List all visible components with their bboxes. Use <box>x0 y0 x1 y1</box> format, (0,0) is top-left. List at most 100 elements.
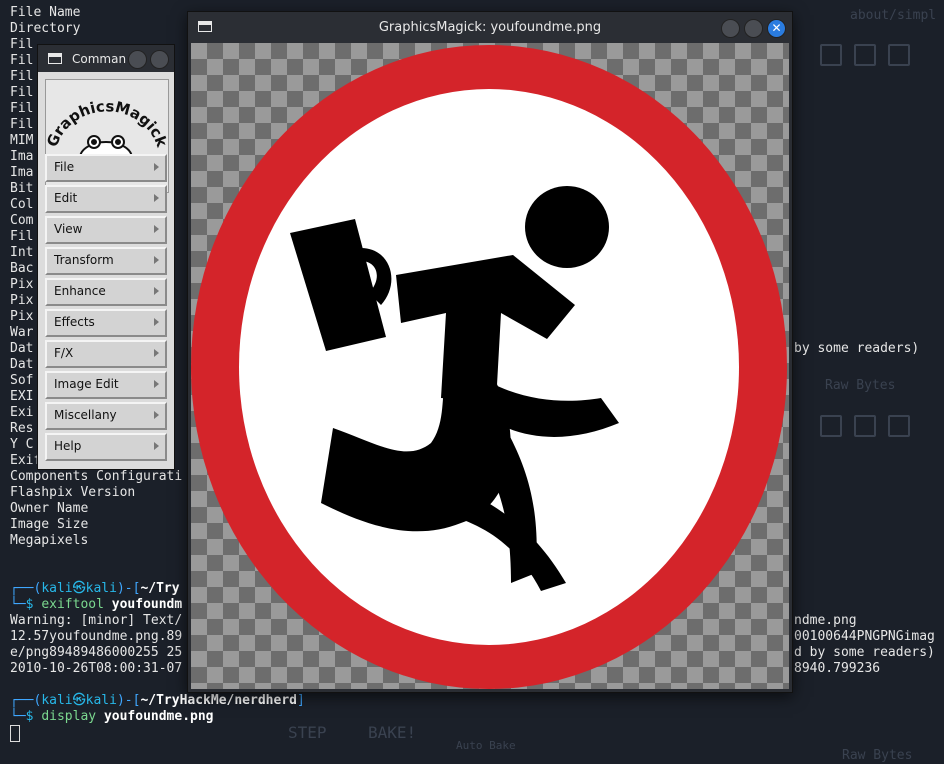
ghost-step: STEP <box>288 723 327 742</box>
window-menu-icon[interactable] <box>48 53 62 64</box>
menu-button-f-x[interactable]: F/X <box>45 340 167 368</box>
submenu-arrow-icon <box>154 411 159 419</box>
replace-icon <box>888 415 910 437</box>
output-line-2: 12.57youfoundme.png.89 <box>10 629 183 644</box>
output-line-3: e/png89489486000255 25 <box>10 645 183 660</box>
menu-button-file[interactable]: File <box>45 154 167 182</box>
submenu-arrow-icon <box>154 380 159 388</box>
exif-field-label: Dat <box>10 341 34 356</box>
copy-icon <box>854 415 876 437</box>
exif-field-label: Pix <box>10 293 34 308</box>
menu-button-label: Edit <box>54 191 78 205</box>
terminal-cursor-line[interactable] <box>10 725 20 744</box>
exif-field-label: Com <box>10 213 34 228</box>
exif-field-label: Fil <box>10 117 34 132</box>
text-cursor <box>10 725 20 742</box>
exif-field-label: Fil <box>10 229 34 244</box>
ghost-raw-bytes: Raw Bytes <box>825 378 896 393</box>
exif-field-label: Bac <box>10 261 34 276</box>
submenu-arrow-icon <box>154 194 159 202</box>
prompt-line-1: ┌──(kali㉿kali)-[~/Try <box>10 581 180 596</box>
exif-field-label: Fil <box>10 53 34 68</box>
exif-field-label: Directory <box>10 21 81 36</box>
menu-button-label: Miscellany <box>54 408 117 422</box>
exif-field-label: Dat <box>10 357 34 372</box>
ghost-bake: BAKE! <box>368 723 417 742</box>
import-icon <box>854 44 876 66</box>
exif-field-label: Pix <box>10 277 34 292</box>
command-line-1: └─$ exiftool youfoundm <box>10 597 183 612</box>
menu-button-label: F/X <box>54 346 74 360</box>
command-widget-window[interactable]: Comman GraphicsMagick FileEditViewTransf… <box>37 44 175 470</box>
menu-button-image-edit[interactable]: Image Edit <box>45 371 167 399</box>
menu-button-label: Effects <box>54 315 95 329</box>
menu-button-help[interactable]: Help <box>45 433 167 461</box>
image-canvas[interactable] <box>191 43 789 689</box>
exif-field-label: Res <box>10 421 34 436</box>
output-line-2-right: 00100644PNGPNGimag <box>794 629 935 644</box>
image-window-titlebar[interactable]: GraphicsMagick: youfoundme.png ✕ <box>188 12 792 43</box>
menu-button-label: File <box>54 160 75 174</box>
exif-field-label: EXI <box>10 389 34 404</box>
output-line-1-right: ndme.png <box>794 613 857 628</box>
submenu-arrow-icon <box>154 163 159 171</box>
close-button[interactable]: ✕ <box>767 19 786 38</box>
exif-field-label: MIM <box>10 133 34 148</box>
exif-field-label: Flashpix Version <box>10 485 136 500</box>
submenu-arrow-icon <box>154 287 159 295</box>
command-widget-title: Comman <box>72 52 127 66</box>
terminal-output-fragment: by some readers) <box>794 341 920 356</box>
output-line-1: Warning: [minor] Text/ <box>10 613 183 628</box>
submenu-arrow-icon <box>154 349 159 357</box>
save-icon <box>820 415 842 437</box>
command-line-2: └─$ display youfoundme.png <box>10 709 214 724</box>
exif-field-label: Ima <box>10 149 34 164</box>
menu-button-label: Help <box>54 439 82 453</box>
menu-button-label: View <box>54 222 83 236</box>
no-running-sign-image <box>191 45 787 689</box>
exif-field-label: Exi <box>10 405 34 420</box>
exif-field-label: Int <box>10 245 34 260</box>
exif-field-label: Components Configurati <box>10 469 183 484</box>
output-line-4-right: 8940.799236 <box>794 661 881 676</box>
minimize-button[interactable] <box>721 19 740 38</box>
minimize-button[interactable] <box>128 50 147 69</box>
exif-field-label: Megapixels <box>10 533 89 548</box>
submenu-arrow-icon <box>154 225 159 233</box>
image-display-window[interactable]: GraphicsMagick: youfoundme.png ✕ <box>187 11 793 693</box>
maximize-button[interactable] <box>150 50 169 69</box>
exif-field-label: Col <box>10 197 34 212</box>
folder-icon <box>820 44 842 66</box>
output-line-3-right: d by some readers) <box>794 645 935 660</box>
exif-field-label: Sof <box>10 373 34 388</box>
exif-field-label: Fil <box>10 85 34 100</box>
menu-button-label: Image Edit <box>54 377 119 391</box>
maximize-button[interactable] <box>744 19 763 38</box>
menu-button-label: Enhance <box>54 284 106 298</box>
trash-icon <box>888 44 910 66</box>
exif-field-label: File Name <box>10 5 81 20</box>
menu-button-enhance[interactable]: Enhance <box>45 278 167 306</box>
ghost-path: about/simpl <box>850 8 937 23</box>
submenu-arrow-icon <box>154 318 159 326</box>
exif-field-label: Owner Name <box>10 501 89 516</box>
exif-field-label: War <box>10 325 34 340</box>
ghost-auto-bake: Auto Bake <box>456 739 516 752</box>
exif-field-label: Y C <box>10 437 34 452</box>
menu-button-view[interactable]: View <box>45 216 167 244</box>
exif-field-label: Image Size <box>10 517 89 532</box>
exif-field-label: Fil <box>10 37 34 52</box>
ghost-raw-bytes-2: Raw Bytes <box>842 748 913 763</box>
submenu-arrow-icon <box>154 442 159 450</box>
menu-button-miscellany[interactable]: Miscellany <box>45 402 167 430</box>
menu-button-transform[interactable]: Transform <box>45 247 167 275</box>
submenu-arrow-icon <box>154 256 159 264</box>
output-line-4: 2010-10-26T08:00:31-07 <box>10 661 183 676</box>
menu-button-label: Transform <box>54 253 114 267</box>
menu-button-effects[interactable]: Effects <box>45 309 167 337</box>
menu-button-edit[interactable]: Edit <box>45 185 167 213</box>
command-widget-titlebar[interactable]: Comman <box>38 45 174 72</box>
exif-field-label: Fil <box>10 101 34 116</box>
exif-field-label: Pix <box>10 309 34 324</box>
exif-field-label: Fil <box>10 69 34 84</box>
